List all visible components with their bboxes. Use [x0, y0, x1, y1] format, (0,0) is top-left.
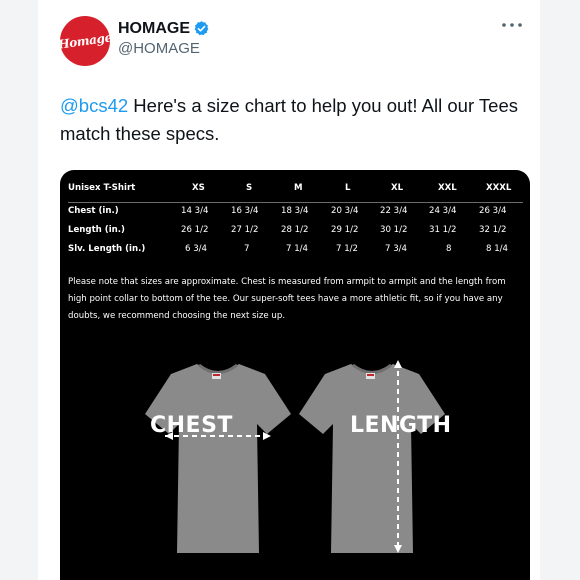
- account-name[interactable]: HOMAGE: [118, 20, 190, 38]
- table-cell: 7 1/4: [286, 244, 309, 254]
- table-cell: 31 1/2: [429, 225, 457, 235]
- size-header: S: [246, 183, 253, 193]
- table-cell: 7 3/4: [385, 244, 408, 254]
- table-cell: 24 3/4: [429, 206, 457, 216]
- row-label: Chest (in.): [68, 206, 119, 216]
- table-cell: 18 3/4: [281, 206, 309, 216]
- chest-tshirt-diagram: [145, 363, 291, 553]
- tshirt-shape: [145, 364, 291, 553]
- size-chart-table: Unisex T-Shirt XS S M L XL XXL XXXL Ches…: [68, 180, 523, 263]
- account-handle[interactable]: @HOMAGE: [118, 40, 200, 57]
- size-header: XXXL: [486, 183, 512, 193]
- page-background-left: [0, 0, 38, 580]
- table-cell: 26 1/2: [181, 225, 209, 235]
- size-chart-image[interactable]: Unisex T-Shirt XS S M L XL XXL XXXL Ches…: [60, 170, 530, 580]
- table-cell: 20 3/4: [331, 206, 359, 216]
- length-label: LENGTH: [350, 413, 452, 438]
- table-row: Chest (in.) 14 3/4 16 3/4 18 3/4 20 3/4 …: [68, 206, 523, 225]
- table-cell: 29 1/2: [331, 225, 359, 235]
- verified-badge-icon: [194, 21, 209, 36]
- table-cell: 32 1/2: [479, 225, 507, 235]
- table-cell: 16 3/4: [231, 206, 259, 216]
- size-header: M: [294, 183, 303, 193]
- table-cell: 8 1/4: [486, 244, 509, 254]
- tshirt-shape: [299, 364, 445, 553]
- page-background-right: [540, 0, 580, 580]
- table-row: Slv. Length (in.) 6 3/4 7 7 1/4 7 1/2 7 …: [68, 244, 523, 263]
- table-cell: 27 1/2: [231, 225, 259, 235]
- table-cell: 14 3/4: [181, 206, 209, 216]
- table-row: Length (in.) 26 1/2 27 1/2 28 1/2 29 1/2…: [68, 225, 523, 244]
- table-cell: 22 3/4: [380, 206, 408, 216]
- avatar[interactable]: Homage: [60, 16, 110, 66]
- avatar-logo-text: Homage: [60, 30, 110, 52]
- table-cell: 8: [446, 244, 452, 254]
- row-label: Slv. Length (in.): [68, 244, 146, 254]
- more-options-icon[interactable]: [500, 18, 524, 32]
- size-header: XS: [192, 183, 205, 193]
- size-chart-note: Please note that sizes are approximate. …: [68, 277, 506, 321]
- size-header: L: [345, 183, 351, 193]
- length-tshirt-diagram: [299, 360, 445, 553]
- table-cell: 7 1/2: [336, 244, 359, 254]
- header-divider: [68, 202, 523, 203]
- table-cell: 6 3/4: [185, 244, 208, 254]
- table-cell: 30 1/2: [380, 225, 408, 235]
- table-cell: 7: [244, 244, 250, 254]
- table-cell: 28 1/2: [281, 225, 309, 235]
- row-label: Length (in.): [68, 225, 125, 235]
- size-header: XL: [391, 183, 404, 193]
- size-chart-title: Unisex T-Shirt: [68, 183, 136, 193]
- table-cell: 26 3/4: [479, 206, 507, 216]
- tweet-body: Here's a size chart to help you out! All…: [60, 95, 519, 144]
- tweet-text: @bcs42 Here's a size chart to help you o…: [60, 92, 520, 148]
- chest-label: CHEST: [150, 413, 233, 438]
- size-chart-header-row: Unisex T-Shirt XS S M L XL XXL XXXL: [68, 180, 523, 206]
- mention-link[interactable]: @bcs42: [60, 95, 128, 116]
- size-header: XXL: [438, 183, 457, 193]
